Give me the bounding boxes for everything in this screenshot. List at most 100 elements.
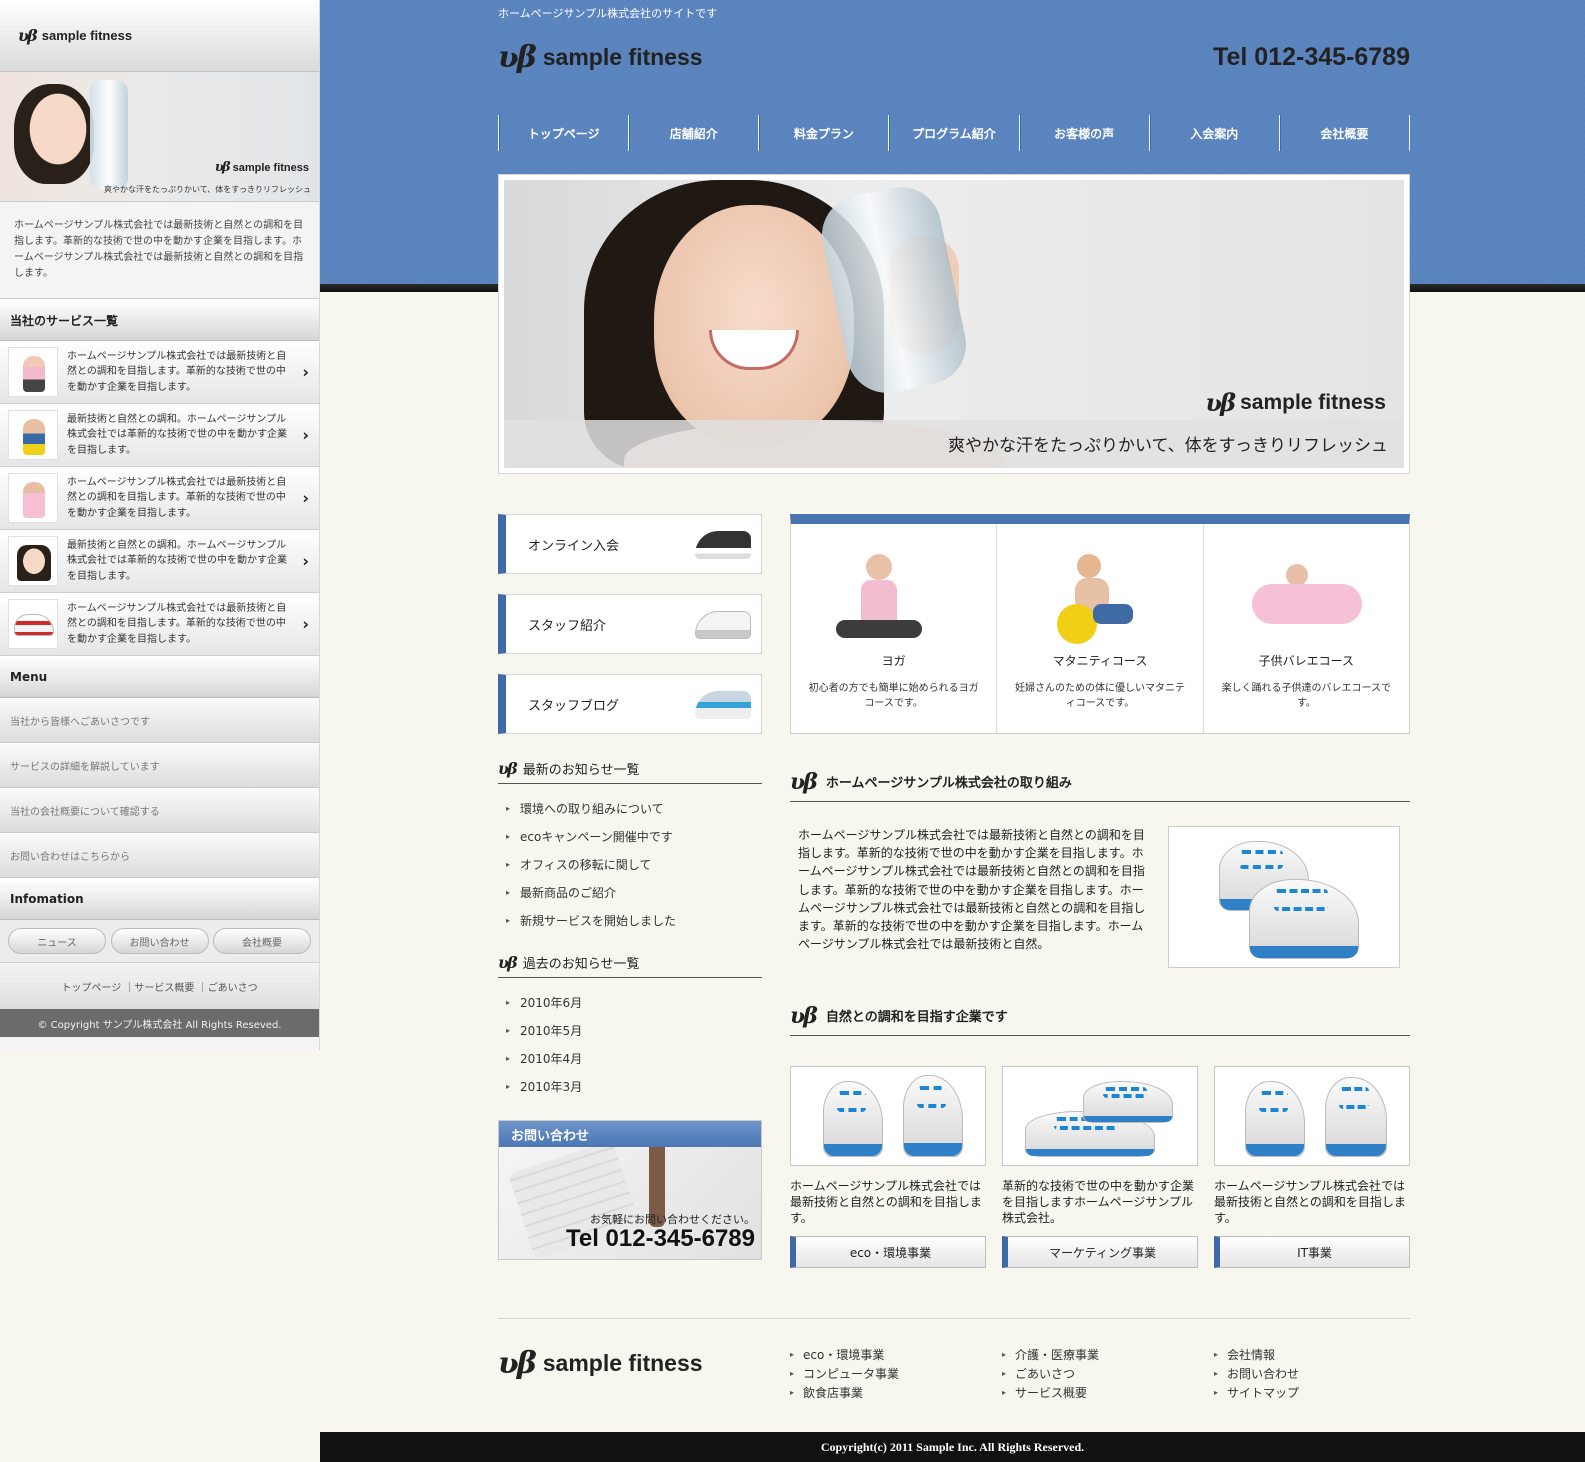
sneaker-shape <box>1245 1081 1305 1157</box>
news-item[interactable]: オフィスの移転に関して <box>506 850 762 878</box>
sidebar-footer-links[interactable]: トップページ ｜サービス概要 ｜ごあいさつ <box>0 963 319 1009</box>
contact-tel: Tel 012-345-6789 <box>565 1225 755 1252</box>
news-item[interactable]: 最新商品のご紹介 <box>506 878 762 906</box>
footer-link[interactable]: お問い合わせ <box>1214 1364 1426 1383</box>
sneaker-shape <box>823 1081 883 1157</box>
online-join-button[interactable]: オンライン入会 <box>498 514 762 574</box>
chevron-right-icon: › <box>302 425 309 445</box>
archive-item[interactable]: 2010年5月 <box>506 1016 762 1044</box>
footer-link[interactable]: 会社情報 <box>1214 1345 1426 1364</box>
white-sneakers-icon <box>695 611 751 639</box>
service-item[interactable]: ホームページサンプル株式会社では最新技術と自然との調和を目指します。革新的な技術… <box>0 593 319 656</box>
service-item[interactable]: ホームページサンプル株式会社では最新技術と自然との調和を目指します。革新的な技術… <box>0 467 319 530</box>
hero-banner: ʋβ sample fitness 爽やかな汗をたっぷりかいて、体をすっきりリフ… <box>498 174 1410 474</box>
brand-logo-icon: ʋβ <box>790 768 818 795</box>
footer-link[interactable]: ごあいさつ <box>1002 1364 1214 1383</box>
eco-business-button[interactable]: eco・環境事業 <box>790 1236 986 1268</box>
about-text: ホームページサンプル株式会社では最新技術と自然との調和を目指します。革新的な技術… <box>798 828 1146 952</box>
brand-logo-icon: ʋβ <box>498 759 518 778</box>
staff-blog-button[interactable]: スタッフブログ <box>498 674 762 734</box>
sneaker-shape <box>1083 1081 1173 1123</box>
nav-company[interactable]: 会社概要 <box>1278 115 1410 151</box>
sneaker-shape <box>903 1075 963 1157</box>
site-logo[interactable]: ʋβ sample fitness <box>498 40 703 75</box>
ballet-thumbnail <box>8 473 58 523</box>
nav-programs[interactable]: プログラム紹介 <box>888 115 1018 151</box>
nav-pricing[interactable]: 料金プラン <box>758 115 888 151</box>
hero-logo: ʋβ sample fitness <box>1206 388 1387 417</box>
staff-blog-label: スタッフブログ <box>528 698 620 714</box>
service-item-text: 最新技術と自然との調和。ホームページサンプル株式会社では革新的な技術で世の中を動… <box>67 539 287 582</box>
course-yoga[interactable]: ヨガ 初心者の方でも簡単に始められるヨガコースです。 <box>791 524 998 733</box>
service-item[interactable]: 最新技術と自然との調和。ホームページサンプル株式会社では革新的な技術で世の中を動… <box>0 530 319 593</box>
menu-title: Menu <box>0 656 319 698</box>
black-sneaker-icon <box>695 531 751 559</box>
footer-col-2: 介護・医療事業 ごあいさつ サービス概要 <box>1002 1345 1214 1402</box>
yoga-image <box>791 524 996 644</box>
footer-link[interactable]: サービス概要 <box>1002 1383 1214 1402</box>
nav-voices[interactable]: お客様の声 <box>1018 115 1149 151</box>
blue-sneakers-icon <box>695 691 751 719</box>
hero-logo-text: sample fitness <box>1240 390 1386 414</box>
nav-top[interactable]: トップページ <box>498 115 628 151</box>
sneakers-thumbnail <box>8 599 58 649</box>
company-button[interactable]: 会社概要 <box>213 928 311 954</box>
service-item[interactable]: ホームページサンプル株式会社では最新技術と自然との調和を目指します。革新的な技術… <box>0 341 319 404</box>
service-item[interactable]: 最新技術と自然との調和。ホームページサンプル株式会社では革新的な技術で世の中を動… <box>0 404 319 467</box>
course-ballet[interactable]: 子供バレエコース 楽しく踊れる子供達のバレエコースです。 <box>1204 524 1409 733</box>
site-tagline: ホームページサンプル株式会社のサイトです <box>498 7 718 20</box>
past-news-list: 2010年6月 2010年5月 2010年4月 2010年3月 <box>498 978 762 1108</box>
news-item[interactable]: 環境への取り組みについて <box>506 794 762 822</box>
nav-stores[interactable]: 店舗紹介 <box>628 115 758 151</box>
marketing-business-button[interactable]: マーケティング事業 <box>1002 1236 1198 1268</box>
service-item-text: ホームページサンプル株式会社では最新技術と自然との調和を目指します。革新的な技術… <box>67 476 287 519</box>
banner-woman-image <box>14 84 94 184</box>
course-maternity[interactable]: マタニティコース 妊婦さんのための体に優しいマタニティコースです。 <box>997 524 1204 733</box>
past-news-title-text: 過去のお知らせ一覧 <box>522 957 640 972</box>
footer-logo[interactable]: ʋβ sample fitness <box>498 1346 703 1381</box>
sidebar-logo[interactable]: ʋβ sample fitness <box>0 0 319 72</box>
news-item[interactable]: ecoキャンペーン開催中です <box>506 822 762 850</box>
menu-item-company[interactable]: 当社の会社概要について確認する <box>0 788 319 833</box>
archive-item[interactable]: 2010年3月 <box>506 1072 762 1100</box>
archive-item[interactable]: 2010年4月 <box>506 1044 762 1072</box>
course-panel: ヨガ 初心者の方でも簡単に始められるヨガコースです。 マタニティコース 妊婦さん… <box>790 514 1410 734</box>
it-business-button[interactable]: IT事業 <box>1214 1236 1410 1268</box>
footer-link[interactable]: コンピュータ事業 <box>790 1364 1002 1383</box>
footer-link[interactable]: サイトマップ <box>1214 1383 1426 1402</box>
brand-logo-icon: ʋβ <box>18 26 38 45</box>
menu-item-contact[interactable]: お問い合わせはこちらから <box>0 833 319 878</box>
footer-copyright: Copyright(c) 2011 Sample Inc. All Rights… <box>320 1432 1585 1462</box>
course-name: マタニティコース <box>1052 654 1148 668</box>
archive-item[interactable]: 2010年6月 <box>506 988 762 1016</box>
footer-link[interactable]: eco・環境事業 <box>790 1345 1002 1364</box>
menu-item-greeting[interactable]: 当社から皆様へごあいさつです <box>0 698 319 743</box>
contact-title: お問い合わせ <box>499 1121 761 1147</box>
right-column: ヨガ 初心者の方でも簡単に始められるヨガコースです。 マタニティコース 妊婦さん… <box>790 514 1410 1268</box>
chevron-right-icon: › <box>302 362 309 382</box>
menu-item-service-detail[interactable]: サービスの詳細を解説しています <box>0 743 319 788</box>
contact-box[interactable]: お問い合わせ お気軽にお問い合わせください。 Tel 012-345-6789 <box>498 1120 762 1260</box>
footer-link[interactable]: 介護・医療事業 <box>1002 1345 1214 1364</box>
footer-logo-text: sample fitness <box>542 1350 703 1376</box>
latest-news-title: ʋβ 最新のお知らせ一覧 <box>498 754 762 784</box>
footer-link[interactable]: 飲食店事業 <box>790 1383 1002 1402</box>
brand-logo-icon: ʋβ <box>790 1002 818 1029</box>
maternity-thumbnail <box>8 410 58 460</box>
services-title: 当社のサービス一覧 <box>0 299 319 341</box>
contact-button[interactable]: お問い合わせ <box>110 928 209 954</box>
staff-intro-button[interactable]: スタッフ紹介 <box>498 594 762 654</box>
global-nav: トップページ 店舗紹介 料金プラン プログラム紹介 お客様の声 入会案内 会社概… <box>498 115 1410 151</box>
sidebar-logo-text: sample fitness <box>41 28 133 43</box>
business-image <box>1002 1066 1198 1166</box>
business-image <box>1214 1066 1410 1166</box>
news-item[interactable]: 新規サービスを開始しました <box>506 906 762 934</box>
staff-intro-label: スタッフ紹介 <box>528 618 607 634</box>
business-text: 革新的な技術で世の中を動かす企業を目指しますホームページサンプル株式会社。 <box>1002 1179 1195 1226</box>
left-column: オンライン入会 スタッフ紹介 スタッフブログ ʋβ 最新のお知らせ一覧 環境への… <box>498 514 762 1260</box>
news-button[interactable]: ニュース <box>8 928 106 954</box>
latest-news-title-text: 最新のお知らせ一覧 <box>522 763 640 778</box>
business-image <box>790 1066 986 1166</box>
nav-join[interactable]: 入会案内 <box>1148 115 1279 151</box>
business-title-text: 自然との調和を目指す企業です <box>825 1010 1008 1025</box>
